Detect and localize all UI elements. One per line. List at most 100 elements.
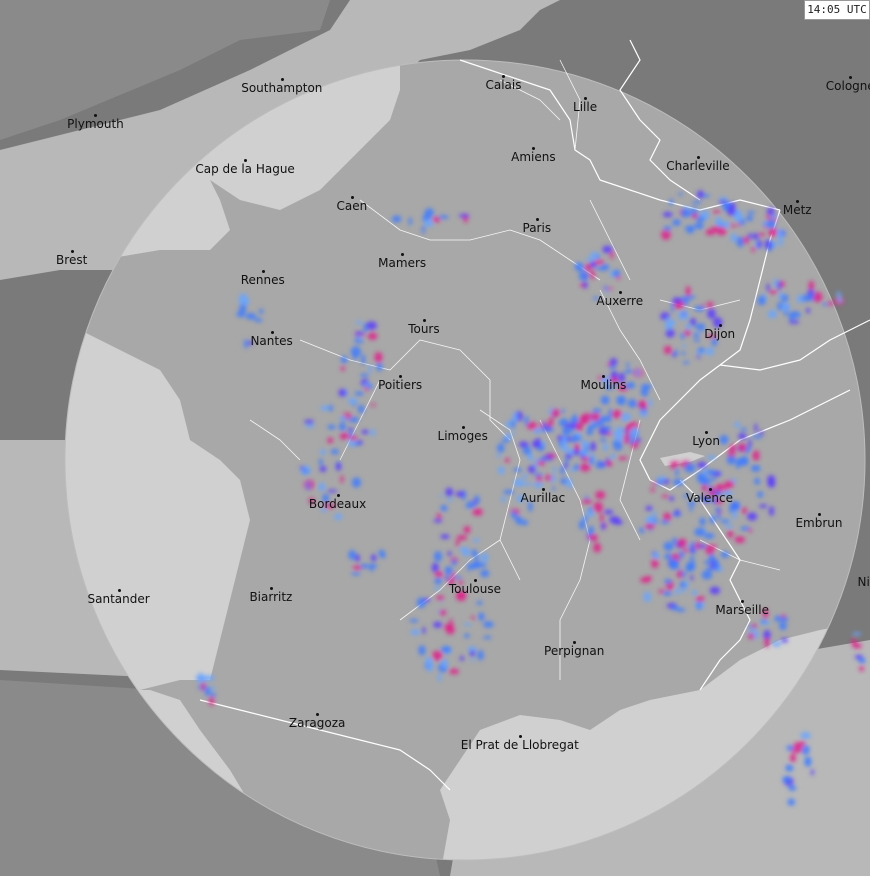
rain-echo	[590, 534, 598, 542]
rain-echo	[662, 512, 672, 521]
rain-echo	[678, 192, 683, 196]
rain-echo	[764, 239, 771, 250]
rain-echo	[459, 656, 465, 661]
rain-echo	[679, 588, 687, 593]
rain-echo	[689, 317, 697, 326]
rain-echo	[440, 646, 452, 653]
rain-echo	[434, 577, 442, 585]
rain-echo	[436, 595, 444, 601]
rain-echo	[757, 491, 764, 498]
rain-echo	[379, 552, 386, 559]
rain-echo	[707, 477, 718, 481]
rain-echo	[635, 369, 641, 377]
rain-echo	[320, 405, 330, 411]
rain-echo	[470, 658, 475, 662]
rain-echo	[327, 437, 334, 444]
rain-echo	[806, 307, 811, 314]
rain-echo	[451, 571, 455, 583]
city-label: Marseille	[715, 602, 769, 617]
rain-echo	[580, 454, 585, 459]
rain-echo	[779, 616, 789, 622]
rain-echo	[370, 554, 377, 562]
rain-echo	[644, 523, 655, 529]
rain-echo	[357, 404, 365, 414]
rain-echo	[201, 680, 206, 691]
rain-echo	[788, 785, 797, 791]
rain-echo	[685, 565, 695, 572]
rain-echo	[478, 612, 485, 621]
rain-echo	[548, 416, 554, 427]
rain-echo	[588, 505, 593, 513]
rain-echo	[804, 756, 812, 767]
rain-echo	[747, 232, 752, 240]
radar-map[interactable]: Southampton Plymouth Calais Lille Cologne Ami…	[0, 0, 870, 876]
rain-echo	[557, 435, 563, 442]
rain-echo	[859, 665, 865, 672]
rain-echo	[254, 318, 263, 323]
timestamp-label: 14:05 UTC	[804, 0, 870, 20]
rain-echo	[759, 430, 764, 437]
rain-echo	[664, 579, 673, 585]
rain-echo	[639, 527, 645, 534]
rain-echo	[374, 351, 383, 363]
rain-echo	[690, 541, 696, 547]
rain-echo	[705, 347, 715, 356]
rain-echo	[694, 222, 704, 230]
rain-echo	[511, 430, 516, 434]
rain-echo	[593, 259, 605, 265]
rain-echo	[661, 494, 669, 498]
rain-echo	[693, 338, 700, 342]
rain-echo	[551, 408, 560, 418]
rain-echo	[787, 798, 796, 806]
rain-echo	[764, 637, 770, 648]
rain-echo	[737, 443, 747, 452]
rain-echo	[858, 657, 866, 664]
rain-echo	[473, 495, 480, 505]
rain-echo	[733, 212, 744, 223]
rain-echo	[339, 432, 350, 440]
rain-echo	[602, 245, 613, 254]
rain-echo	[640, 387, 649, 397]
rain-echo	[209, 695, 215, 706]
rain-echo	[599, 462, 607, 467]
rain-echo	[696, 355, 701, 359]
rain-echo	[852, 643, 862, 649]
rain-echo	[594, 267, 606, 271]
rain-echo	[785, 764, 794, 772]
rain-echo	[505, 420, 512, 429]
rain-echo	[678, 555, 683, 560]
rain-echo	[740, 427, 748, 432]
rain-echo	[545, 474, 552, 482]
rain-echo	[748, 632, 755, 640]
rain-echo	[391, 215, 402, 223]
rain-echo	[438, 215, 449, 220]
rain-echo	[609, 358, 618, 366]
rain-echo	[709, 586, 721, 595]
rain-echo	[735, 458, 741, 469]
city-label: Bordeaux	[308, 496, 367, 511]
city-label: Zaragoza	[288, 715, 346, 730]
rain-echo	[670, 463, 677, 470]
rain-echo	[767, 479, 776, 488]
rain-echo	[672, 478, 684, 486]
rain-echo	[695, 541, 700, 550]
rain-echo	[616, 395, 626, 406]
rain-echo	[258, 308, 264, 315]
city-label: Toulouse	[448, 582, 501, 597]
rain-echo	[376, 361, 383, 372]
city-label: Poitiers	[378, 377, 423, 392]
rain-echo	[696, 190, 704, 199]
rain-echo	[680, 208, 691, 218]
rain-echo	[578, 520, 586, 530]
city-label: Auxerre	[596, 293, 644, 308]
city-label: Caen	[336, 199, 368, 214]
rain-echo	[705, 544, 715, 556]
rain-echo	[705, 228, 716, 236]
rain-echo	[652, 551, 660, 560]
rain-echo	[674, 587, 679, 596]
rain-echo	[779, 621, 787, 631]
rain-echo	[542, 421, 547, 433]
rain-echo	[601, 426, 612, 431]
rain-echo	[503, 489, 515, 495]
rain-echo	[689, 506, 694, 512]
